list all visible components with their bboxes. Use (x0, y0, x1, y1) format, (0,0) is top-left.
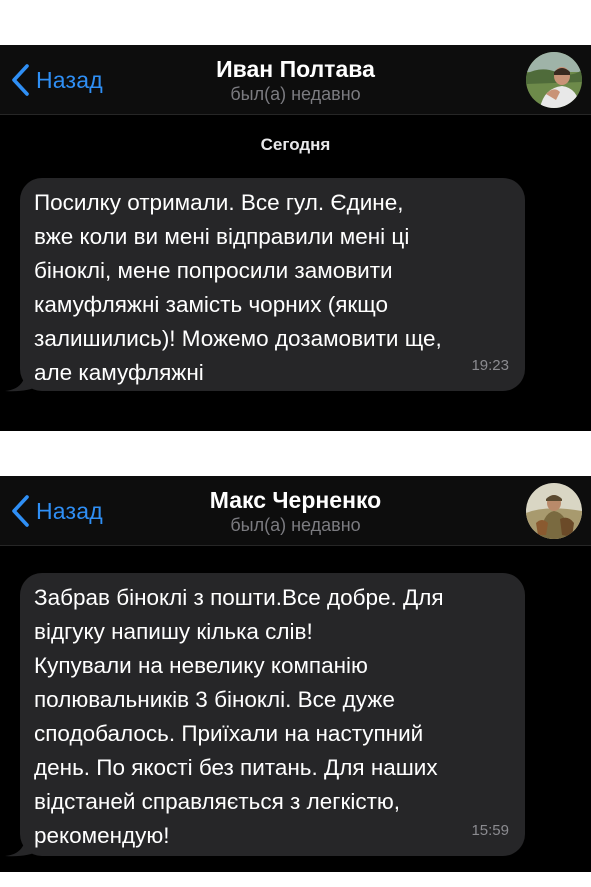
back-label: Назад (36, 66, 103, 93)
back-label: Назад (36, 497, 103, 524)
date-separator: Сегодня (260, 135, 331, 154)
message-line: рекомендую! (34, 823, 170, 848)
message-line: залишились)! Можемо дозамовити ще, (34, 326, 442, 351)
message-line: Забрав біноклі з пошти.Все добре. Для (34, 585, 444, 610)
message-line: вже коли ви мені відправили мені ці (34, 224, 410, 249)
chat-header: Назад Макс Черненко был(а) недавно (0, 476, 591, 546)
message-line: сподобалось. Приїхали на наступний (34, 721, 424, 746)
chat-header: Назад Иван Полтава был(а) недавно (0, 45, 591, 115)
message-bubble[interactable]: Забрав біноклі з пошти.Все добре. Для ві… (20, 573, 525, 856)
message-line: Купували на невелику компанію (34, 653, 368, 678)
back-button[interactable]: Назад (10, 45, 103, 115)
chat-screenshot-1: Назад Иван Полтава был(а) недавно Сегодн… (0, 45, 591, 431)
message-time: 19:23 (471, 357, 509, 374)
avatar[interactable] (526, 52, 582, 108)
contact-status: был(а) недавно (230, 84, 361, 104)
message-line: відгуку напишу кілька слів! (34, 619, 313, 644)
message-line: біноклі, мене попросили замовити (34, 258, 393, 283)
message-line: але камуфляжні (34, 360, 204, 385)
message-line: полювальників 3 біноклі. Все дуже (34, 687, 395, 712)
message-line: Посилку отримали. Все гул. Єдине, (34, 190, 404, 215)
avatar[interactable] (526, 483, 582, 539)
contact-info[interactable]: Иван Полтава был(а) недавно (140, 55, 451, 105)
chevron-left-icon (10, 494, 30, 528)
message-line: камуфляжні замість чорних (якщо (34, 292, 388, 317)
contact-name: Макс Черненко (209, 487, 382, 513)
message-time: 15:59 (471, 822, 509, 839)
contact-status: был(а) недавно (230, 515, 361, 535)
chevron-left-icon (10, 63, 30, 97)
back-button[interactable]: Назад (10, 476, 103, 546)
message-bubble[interactable]: Посилку отримали. Все гул. Єдине, вже ко… (20, 178, 525, 391)
chat-screenshot-2: Назад Макс Черненко был(а) недавно Забра… (0, 476, 591, 872)
message-line: відстаней справляється з легкістю, (34, 789, 400, 814)
message-line: день. По якості без питань. Для наших (34, 755, 438, 780)
contact-name: Иван Полтава (216, 56, 375, 82)
contact-info[interactable]: Макс Черненко был(а) недавно (140, 486, 451, 536)
